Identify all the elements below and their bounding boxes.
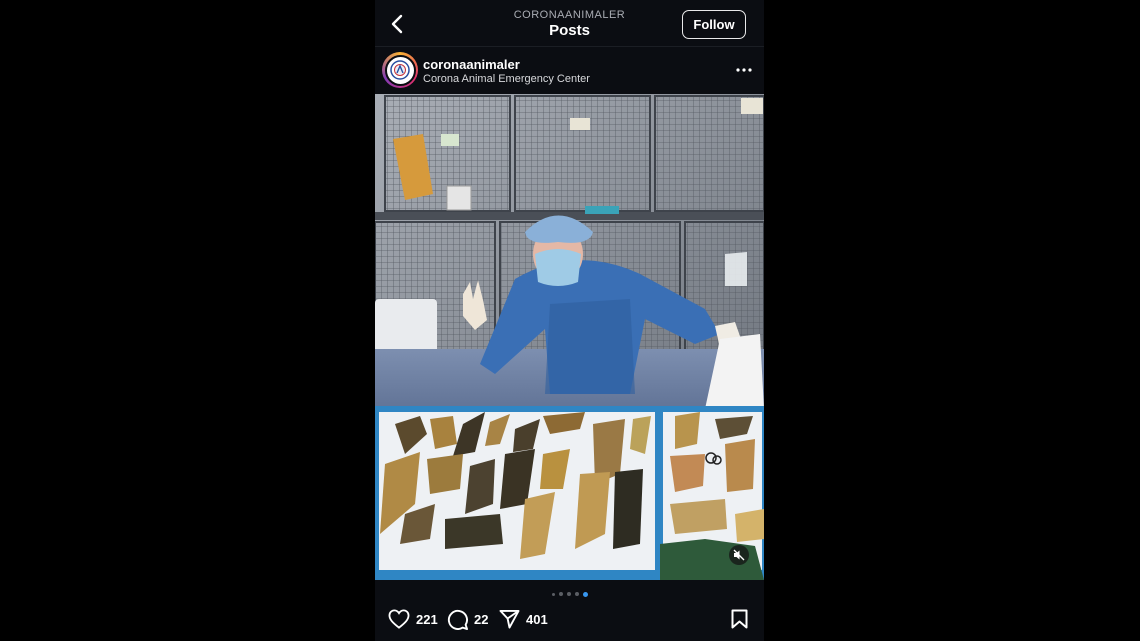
avatar-logo bbox=[384, 54, 416, 86]
carousel-dot bbox=[558, 592, 563, 596]
carousel-dot bbox=[574, 592, 579, 596]
post-username[interactable]: coronaanimaler bbox=[423, 57, 520, 72]
like-count: 221 bbox=[416, 611, 438, 627]
bookmark-icon bbox=[731, 609, 747, 629]
heart-icon bbox=[388, 609, 410, 629]
comment-count: 22 bbox=[474, 611, 489, 627]
comment-icon bbox=[447, 609, 468, 630]
more-horizontal-icon bbox=[736, 68, 752, 72]
more-options-button[interactable] bbox=[736, 62, 752, 78]
post-photo[interactable] bbox=[375, 94, 764, 580]
share-button[interactable]: 401 bbox=[499, 608, 548, 630]
carousel-dot bbox=[566, 592, 571, 596]
follow-button[interactable]: Follow bbox=[682, 10, 746, 39]
avatar[interactable] bbox=[382, 52, 418, 88]
muted-speaker-icon bbox=[733, 549, 745, 561]
save-button[interactable] bbox=[728, 608, 750, 630]
post-location[interactable]: Corona Animal Emergency Center bbox=[423, 73, 590, 85]
post-actions: 221 22 401 bbox=[375, 604, 764, 634]
carousel-indicator bbox=[375, 591, 764, 597]
comment-button[interactable]: 22 bbox=[447, 608, 488, 630]
photo-illustration bbox=[375, 94, 764, 580]
carousel-dot-active bbox=[582, 591, 588, 597]
post-header: coronaanimaler Corona Animal Emergency C… bbox=[375, 46, 764, 94]
clinic-logo-icon bbox=[390, 60, 410, 80]
mute-button[interactable] bbox=[729, 545, 749, 565]
like-button[interactable]: 221 bbox=[388, 608, 438, 630]
top-bar: CORONAANIMALER Posts Follow bbox=[375, 0, 764, 47]
share-count: 401 bbox=[526, 611, 548, 627]
carousel-dot bbox=[551, 592, 555, 596]
paper-plane-icon bbox=[499, 609, 520, 629]
phone-frame: CORONAANIMALER Posts Follow coronaanimal… bbox=[375, 0, 764, 641]
